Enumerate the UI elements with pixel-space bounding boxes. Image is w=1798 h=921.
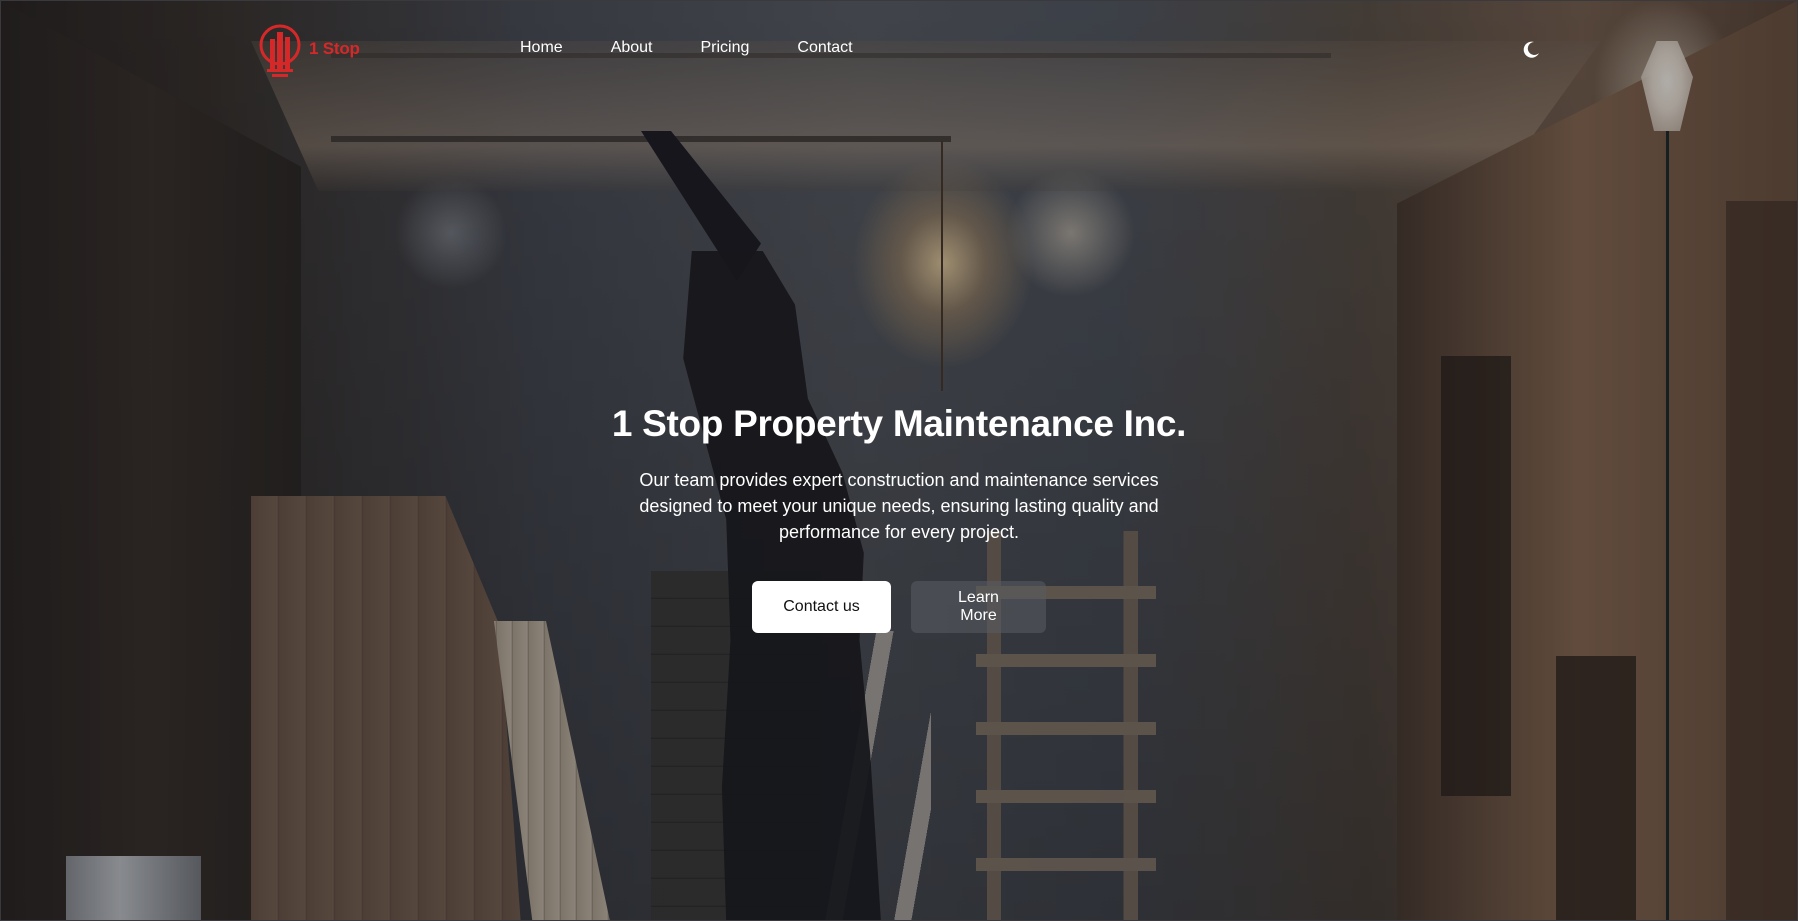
hero-buttons: Contact us Learn More — [752, 581, 1046, 633]
nav-link-contact[interactable]: Contact — [797, 39, 852, 57]
contact-us-button[interactable]: Contact us — [752, 581, 891, 633]
building-logo-icon — [259, 24, 301, 77]
nav-link-home[interactable]: Home — [520, 39, 563, 57]
brand-logo[interactable]: 1 Stop — [259, 23, 360, 77]
nav-link-pricing[interactable]: Pricing — [701, 39, 750, 57]
hero-section: 1 Stop Home About Pricing Contact 1 Stop… — [0, 0, 1798, 921]
theme-toggle-button[interactable] — [1520, 39, 1542, 61]
nav-link-about[interactable]: About — [611, 39, 653, 57]
moon-icon — [1523, 41, 1539, 58]
brand-name: 1 Stop — [309, 39, 360, 58]
nav-links: Home About Pricing Contact — [520, 39, 853, 57]
top-navbar: 1 Stop Home About Pricing Contact — [1, 1, 1797, 101]
hero-title: 1 Stop Property Maintenance Inc. — [611, 403, 1187, 444]
hero-content: 1 Stop Property Maintenance Inc. Our tea… — [1, 403, 1797, 633]
learn-more-button[interactable]: Learn More — [911, 581, 1046, 633]
hero-subtitle: Our team provides expert construction an… — [639, 470, 1159, 542]
